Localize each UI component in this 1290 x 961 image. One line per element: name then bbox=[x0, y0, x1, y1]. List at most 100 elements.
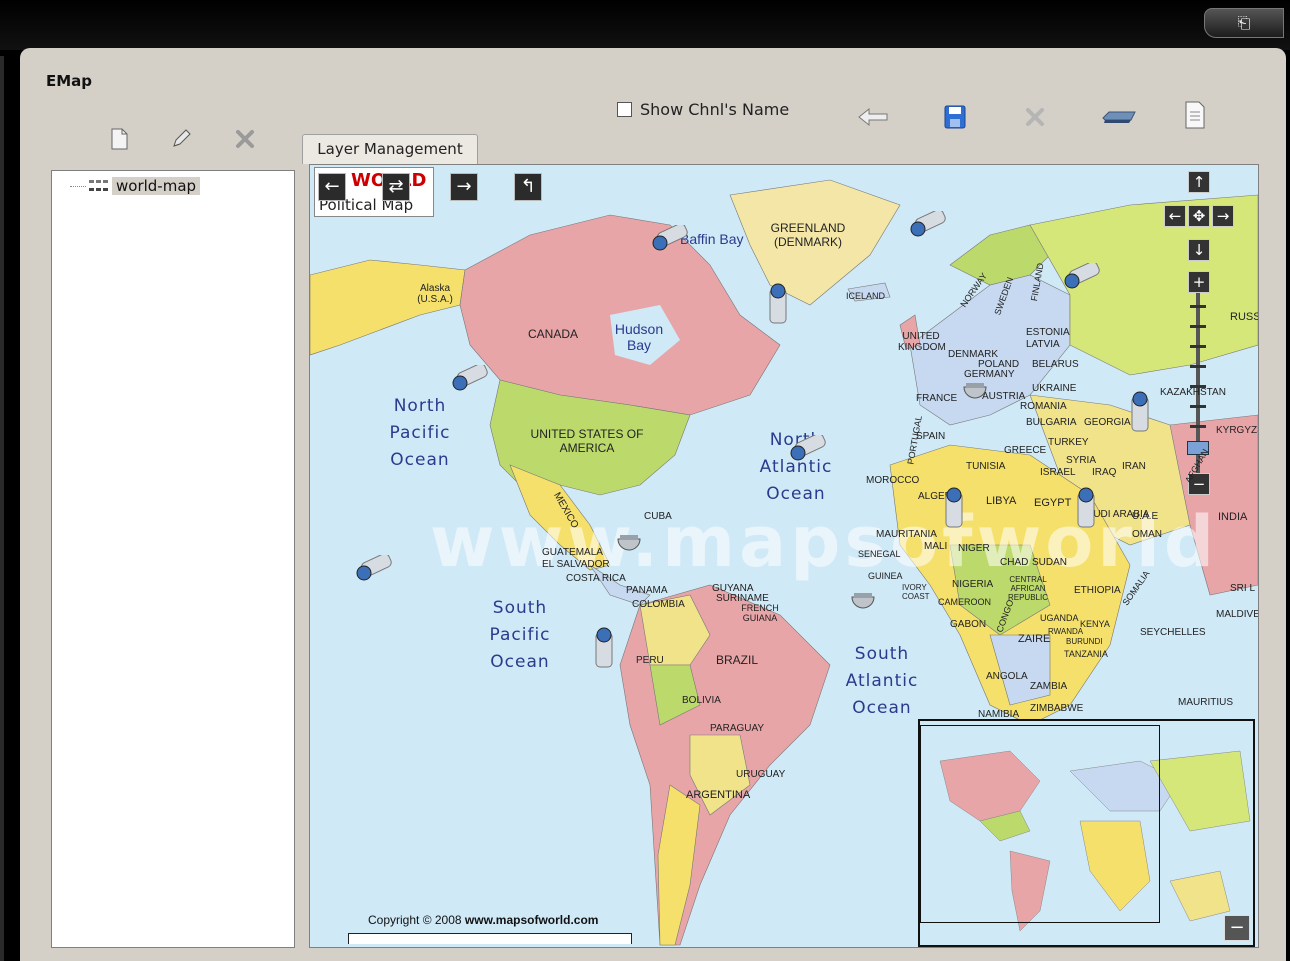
window-title: EMap bbox=[46, 72, 93, 90]
camera-icon[interactable] bbox=[354, 553, 392, 581]
map-view[interactable]: www.mapsofworld WORLD Political Map ← ⇄ … bbox=[309, 164, 1259, 948]
tree-connector bbox=[70, 185, 86, 187]
overview-map[interactable] bbox=[918, 719, 1255, 947]
dome-camera-icon[interactable] bbox=[848, 585, 878, 615]
country-label: UNITED STATES OF AMERICA bbox=[530, 427, 644, 455]
parent-layer-button[interactable]: ↰ bbox=[514, 173, 542, 201]
layer-tree: world-map bbox=[51, 170, 295, 948]
zoom-in-button[interactable]: + bbox=[1188, 271, 1210, 293]
left-edge bbox=[0, 56, 4, 961]
camera-icon[interactable] bbox=[1074, 483, 1098, 533]
tree-item-world-map[interactable]: world-map bbox=[70, 177, 201, 195]
ocean-label: South Pacific Ocean bbox=[489, 598, 551, 672]
country-label: ISRAEL bbox=[1040, 467, 1076, 478]
copyright-prefix: Copyright © 2008 bbox=[368, 913, 465, 927]
camera-icon[interactable] bbox=[908, 209, 946, 237]
pan-down-button[interactable]: ↓ bbox=[1188, 239, 1210, 261]
country-label: GUINEA bbox=[868, 571, 903, 581]
pan-right-button[interactable]: → bbox=[450, 173, 478, 201]
country-label: BOLIVIA bbox=[682, 695, 721, 706]
country-label: LIBYA bbox=[986, 495, 1017, 507]
new-layer-icon[interactable] bbox=[106, 126, 132, 152]
emap-window: EMap world-map Show Chnl's Name Layer Ma… bbox=[20, 48, 1286, 961]
country-label: TUNISIA bbox=[966, 461, 1006, 472]
country-label: ARGENTINA bbox=[686, 789, 751, 801]
minus-icon: − bbox=[1229, 917, 1245, 938]
country-label: UNITED KINGDOM bbox=[898, 331, 946, 353]
arrow-down-icon: ↓ bbox=[1192, 241, 1206, 259]
camera-icon[interactable] bbox=[942, 483, 966, 533]
delete-icon[interactable] bbox=[232, 126, 258, 152]
tab-layer-management[interactable]: Layer Management bbox=[302, 134, 478, 164]
country-label: TANZANIA bbox=[1064, 649, 1108, 659]
country-label: SENEGAL bbox=[858, 549, 901, 559]
country-label: TURKEY bbox=[1048, 437, 1089, 448]
edit-icon[interactable] bbox=[168, 126, 194, 152]
device-icon[interactable] bbox=[1100, 104, 1140, 130]
country-label: SUDAN bbox=[1032, 557, 1068, 568]
pan-west-button[interactable]: ← bbox=[1164, 205, 1186, 227]
country-label: IVORY COAST bbox=[902, 583, 930, 601]
arrow-right-icon: → bbox=[456, 176, 472, 197]
clear-icon[interactable] bbox=[1022, 104, 1048, 130]
country-label: EGYPT bbox=[1034, 497, 1072, 509]
zoom-tick bbox=[1190, 345, 1206, 348]
country-label: GREENLAND (DENMARK) bbox=[770, 221, 846, 249]
camera-icon[interactable] bbox=[650, 223, 688, 251]
show-channel-name-label: Show Chnl's Name bbox=[640, 100, 790, 119]
show-channel-name-toggle[interactable]: Show Chnl's Name bbox=[617, 100, 789, 119]
exit-button[interactable]: ⎗ bbox=[1204, 8, 1284, 38]
country-label: BURUNDI bbox=[1066, 637, 1103, 646]
country-label: ZIMBABWE bbox=[1030, 703, 1084, 714]
country-label: ANGOLA bbox=[986, 671, 1028, 682]
camera-icon[interactable] bbox=[1128, 387, 1152, 437]
country-label: GUATEMALA bbox=[542, 547, 603, 558]
zoom-tick bbox=[1190, 365, 1206, 368]
ocean-label: South Atlantic Ocean bbox=[845, 644, 919, 718]
arrow-left-icon: ← bbox=[324, 176, 340, 197]
overview-collapse-button[interactable]: − bbox=[1224, 915, 1250, 941]
center-button[interactable]: ✥ bbox=[1188, 205, 1210, 227]
country-label: BELARUS bbox=[1032, 359, 1079, 370]
camera-icon[interactable] bbox=[788, 433, 826, 461]
country-label: MALI bbox=[924, 541, 948, 552]
country-label: LATVIA bbox=[1026, 339, 1060, 350]
fit-button[interactable]: ⇄ bbox=[382, 173, 410, 201]
country-label: IRAQ bbox=[1092, 467, 1117, 478]
country-label: INDIA bbox=[1218, 511, 1248, 523]
country-label: EL SALVADOR bbox=[542, 559, 610, 570]
country-label: IRAN bbox=[1122, 461, 1146, 472]
country-label: KYRGYZST bbox=[1216, 425, 1258, 436]
country-label: PANAMA bbox=[626, 585, 668, 596]
tree-item-label: world-map bbox=[112, 177, 201, 195]
pan-left-button[interactable]: ← bbox=[318, 173, 346, 201]
country-label: SYRIA bbox=[1066, 455, 1097, 466]
document-icon[interactable] bbox=[1182, 101, 1208, 129]
country-label: CAMEROON bbox=[938, 597, 992, 607]
camera-icon[interactable] bbox=[592, 623, 616, 673]
save-icon[interactable] bbox=[942, 104, 968, 130]
camera-icon[interactable] bbox=[450, 363, 488, 391]
pan-east-button[interactable]: → bbox=[1212, 205, 1234, 227]
country-label: COSTA RICA bbox=[566, 573, 626, 584]
country-label: U.A.E bbox=[1132, 511, 1159, 522]
overview-viewport-rect[interactable] bbox=[920, 725, 1160, 923]
dome-camera-icon[interactable] bbox=[614, 527, 644, 557]
pan-up-button[interactable]: ↑ bbox=[1188, 171, 1210, 193]
country-label: SRI L bbox=[1230, 583, 1256, 594]
country-label: FRENCH GUIANA bbox=[741, 603, 779, 623]
camera-icon[interactable] bbox=[1062, 261, 1100, 289]
top-bar: ⎗ bbox=[0, 0, 1290, 50]
country-label: ZAMBIA bbox=[1030, 681, 1068, 692]
dome-camera-icon[interactable] bbox=[960, 375, 990, 405]
ocean-label: North Pacific Ocean bbox=[389, 396, 451, 470]
country-label: ZAIRE bbox=[1018, 633, 1051, 645]
arrow-collapse-icon: ⇄ bbox=[388, 176, 404, 197]
country-label: MALDIVES bbox=[1216, 609, 1258, 620]
back-icon[interactable] bbox=[856, 104, 892, 130]
country-label: RUSSIAN FED bbox=[1230, 311, 1258, 323]
country-label: MAURITIUS bbox=[1178, 697, 1233, 708]
camera-icon[interactable] bbox=[766, 279, 790, 329]
show-channel-name-checkbox[interactable] bbox=[617, 102, 632, 117]
country-label: RWANDA bbox=[1048, 627, 1084, 636]
